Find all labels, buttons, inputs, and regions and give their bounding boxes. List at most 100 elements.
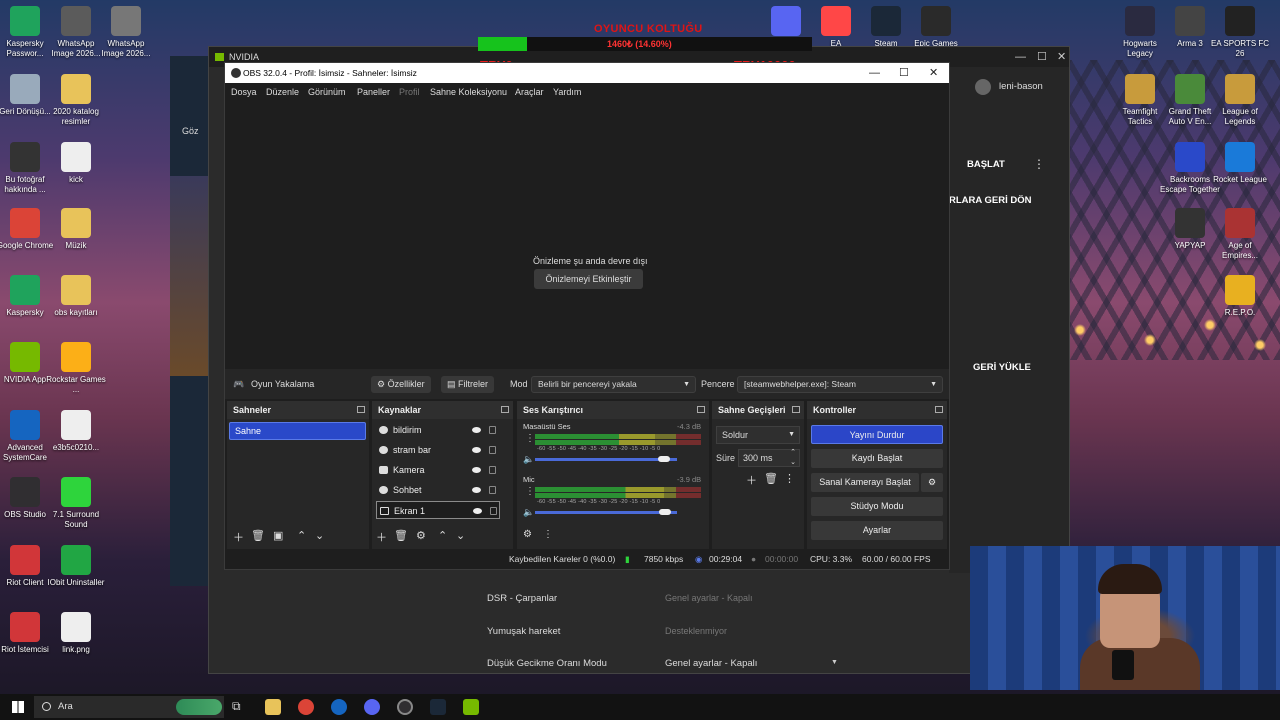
lock-icon[interactable] <box>489 426 496 434</box>
properties-button[interactable]: ⚙ Özellikler <box>371 376 431 393</box>
trash-icon[interactable]: 🗑 <box>394 529 408 542</box>
source-item[interactable]: stram bar <box>376 441 500 459</box>
maximize-icon[interactable]: ☐ <box>1037 47 1047 67</box>
desktop-icon[interactable]: Rockstar Games ... <box>46 342 106 395</box>
obs-window[interactable]: OBS 32.0.4 - Profil: İsimsiz - Sahneler:… <box>224 62 950 570</box>
eye-icon[interactable] <box>472 487 481 493</box>
volume-slider[interactable] <box>535 456 677 462</box>
menu-profile[interactable]: Profil <box>399 83 420 101</box>
mode-select[interactable]: Belirli bir pencereyi yakala ▼ <box>531 376 696 393</box>
chevron-down-icon[interactable]: ▼ <box>831 659 838 666</box>
source-item[interactable]: Kamera <box>376 461 500 479</box>
advanced-systemcare-icon[interactable] <box>331 699 347 715</box>
move-up-icon[interactable]: ⌃ <box>297 529 306 542</box>
minimize-icon[interactable]: — <box>869 63 880 83</box>
studio-mode-button[interactable]: Stüdyo Modu <box>811 497 943 516</box>
scene-item[interactable]: Sahne <box>229 422 366 440</box>
desktop-icon[interactable]: e3b5c0210... <box>46 410 106 453</box>
undock-icon[interactable] <box>697 406 705 413</box>
more-icon[interactable]: ⋮ <box>1033 157 1045 171</box>
desktop-icon[interactable]: R.E.P.O. <box>1210 275 1270 318</box>
task-view-icon[interactable]: ⧉ <box>232 699 248 715</box>
desktop-icon[interactable]: 7.1 Surround Sound <box>46 477 106 530</box>
preview-area[interactable]: Önizleme şu anda devre dışı Önizlemeyi E… <box>225 101 949 385</box>
desktop-icon[interactable]: Age of Empires... <box>1210 208 1270 261</box>
nvidia-icon[interactable] <box>463 699 479 715</box>
volume-slider[interactable] <box>535 509 677 515</box>
desktop-icon[interactable]: League of Legends <box>1210 74 1270 127</box>
discord-icon[interactable] <box>364 699 380 715</box>
slider-handle[interactable] <box>659 509 672 515</box>
desktop-icon[interactable]: Müzik <box>46 208 106 251</box>
window-select[interactable]: [steamwebhelper.exe]: Steam ▼ <box>737 376 943 393</box>
source-item[interactable]: Sohbet <box>376 481 500 499</box>
desktop-icon[interactable]: Rocket League <box>1210 142 1270 185</box>
add-icon[interactable]: ＋ <box>233 529 244 545</box>
desktop-icon[interactable]: EA SPORTS FC 26 <box>1210 6 1270 59</box>
menu-file[interactable]: Dosya <box>231 83 257 101</box>
gear-icon[interactable]: ⚙ <box>416 529 426 542</box>
start-button[interactable]: BAŞLAT <box>967 159 1005 170</box>
desktop-icon[interactable]: link.png <box>46 612 106 655</box>
gear-icon[interactable]: ⚙ <box>921 473 943 492</box>
more-icon[interactable]: ⋮ <box>525 433 535 444</box>
stop-stream-button[interactable]: Yayını Durdur <box>811 425 943 444</box>
menu-help[interactable]: Yardım <box>553 83 581 101</box>
source-item[interactable]: Ekran 1 <box>376 501 500 519</box>
undock-icon[interactable] <box>357 406 365 413</box>
steam-icon[interactable] <box>430 699 446 715</box>
chrome-icon[interactable] <box>298 699 314 715</box>
eye-icon[interactable] <box>472 447 481 453</box>
speaker-icon[interactable]: 🔈 <box>523 454 534 465</box>
start-virtual-camera-button[interactable]: Sanal Kamerayı Başlat <box>811 473 919 492</box>
duration-spinbox[interactable]: 300 ms ⌃ ⌄ <box>738 449 800 467</box>
menu-tools[interactable]: Araçlar <box>515 83 544 101</box>
menu-scene-collection[interactable]: Sahne Koleksiyonu <box>430 83 507 101</box>
obs-studio-icon[interactable] <box>397 699 413 715</box>
close-icon[interactable]: ✕ <box>929 63 938 83</box>
windows-start-icon[interactable] <box>12 701 24 713</box>
filters-button[interactable]: ▤ Filtreler <box>441 376 495 393</box>
desktop-icon[interactable]: 2020 katalog resimler <box>46 74 106 127</box>
lock-icon[interactable] <box>489 466 496 474</box>
desktop-icon[interactable]: kick <box>46 142 106 185</box>
settings-button[interactable]: Ayarlar <box>811 521 943 540</box>
avatar[interactable] <box>975 79 991 95</box>
undock-icon[interactable] <box>935 406 943 413</box>
close-icon[interactable]: ✕ <box>1057 47 1066 67</box>
user-name[interactable]: leni-bason <box>999 81 1043 92</box>
source-item[interactable]: bildirim <box>376 421 500 439</box>
enable-preview-button[interactable]: Önizlemeyi Etkinleştir <box>534 269 643 289</box>
reload-button[interactable]: GERİ YÜKLE <box>973 362 1031 373</box>
trash-icon[interactable]: 🗑 <box>251 529 265 542</box>
lock-icon[interactable] <box>490 507 497 515</box>
move-down-icon[interactable]: ⌄ <box>456 529 465 542</box>
more-icon[interactable]: ⋮ <box>784 472 795 485</box>
gear-icon[interactable]: ⚙ <box>523 529 532 540</box>
filter-icon[interactable]: ▣ <box>273 529 283 542</box>
setting-value[interactable]: Genel ayarlar - Kapalı <box>665 593 753 603</box>
speaker-icon[interactable]: 🔈 <box>523 507 534 518</box>
file-explorer-icon[interactable] <box>265 699 281 715</box>
desktop-icon[interactable]: obs kayıtları <box>46 275 106 318</box>
undock-icon[interactable] <box>792 406 800 413</box>
more-icon[interactable]: ⋮ <box>525 486 535 497</box>
eye-icon[interactable] <box>472 427 481 433</box>
minimize-icon[interactable]: — <box>1015 47 1026 67</box>
move-down-icon[interactable]: ⌄ <box>315 529 324 542</box>
start-recording-button[interactable]: Kaydı Başlat <box>811 449 943 468</box>
steam-window[interactable]: Göz <box>170 56 210 586</box>
transition-select[interactable]: Soldur ▼ <box>716 426 800 444</box>
menu-view[interactable]: Görünüm <box>308 83 346 101</box>
maximize-icon[interactable]: ☐ <box>899 63 909 83</box>
add-icon[interactable]: ＋ <box>746 472 757 488</box>
back-button[interactable]: RLARA GERİ DÖN <box>949 195 1032 206</box>
trash-icon[interactable]: 🗑 <box>764 472 778 485</box>
lock-icon[interactable] <box>489 486 496 494</box>
desktop-icon[interactable]: WhatsApp Image 2026... <box>96 6 156 59</box>
desktop-icon[interactable]: IObit Uninstaller <box>46 545 106 588</box>
more-icon[interactable]: ⋮ <box>543 529 553 540</box>
move-up-icon[interactable]: ⌃ <box>438 529 447 542</box>
undock-icon[interactable] <box>501 406 509 413</box>
slider-handle[interactable] <box>657 456 670 462</box>
